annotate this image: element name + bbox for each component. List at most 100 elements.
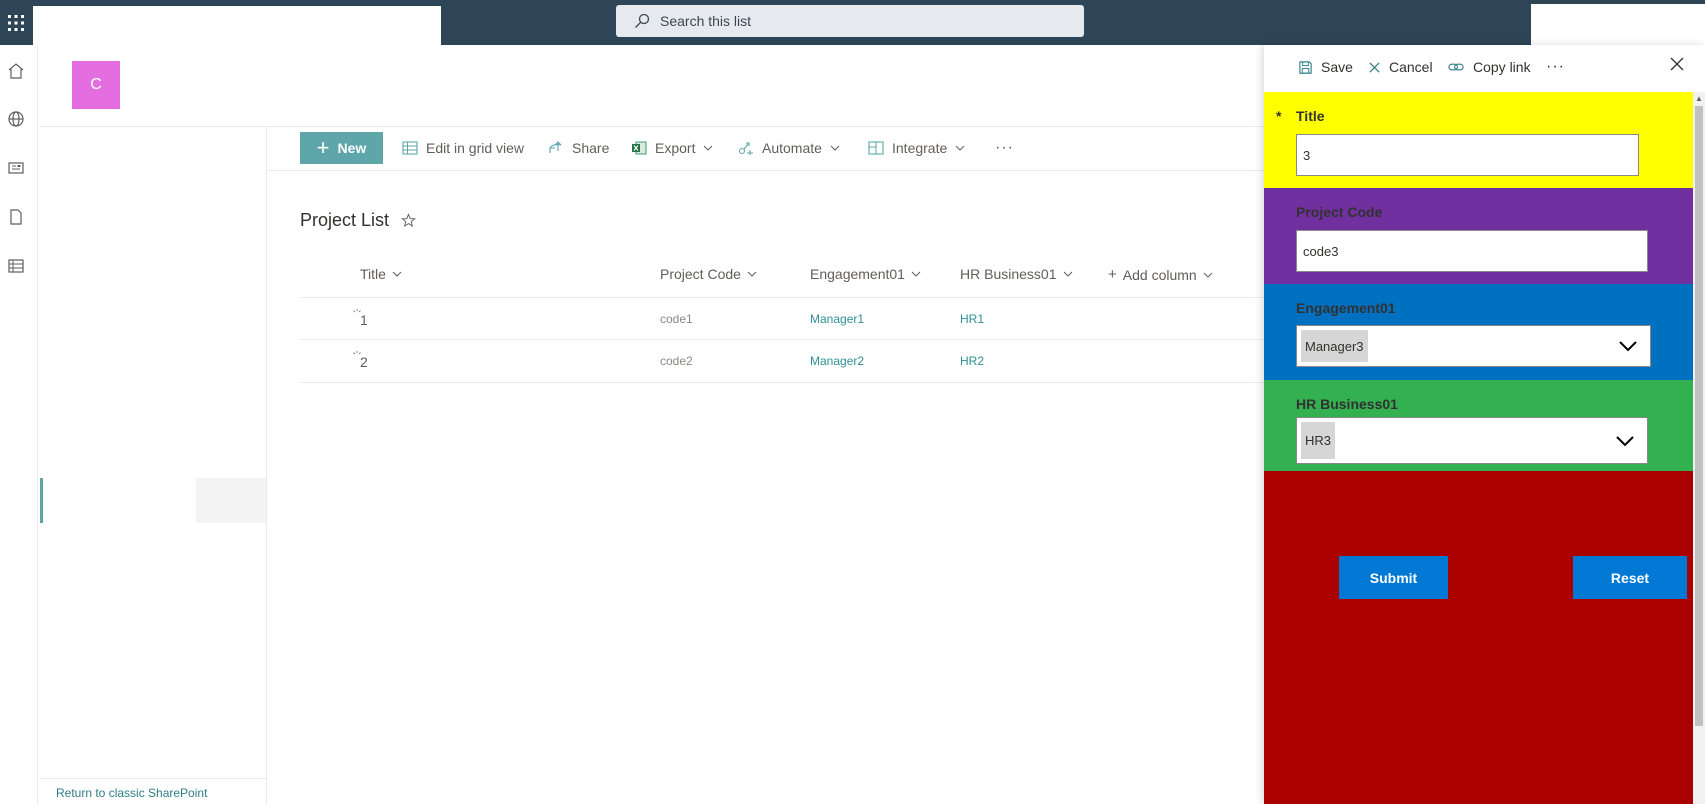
panel-scrollbar[interactable]: ▲ <box>1693 92 1705 804</box>
save-label: Save <box>1321 59 1353 75</box>
selected-item-hover-area <box>196 478 266 523</box>
export-button[interactable]: X Export <box>631 135 713 161</box>
project-code-field[interactable]: code3 <box>1296 230 1648 272</box>
submit-button[interactable]: Submit <box>1339 556 1448 599</box>
automate-label: Automate <box>762 140 822 156</box>
cell-title[interactable]: 1 <box>360 312 368 328</box>
new-button[interactable]: + New <box>300 132 383 164</box>
copy-link-button[interactable]: Copy link <box>1448 55 1531 79</box>
search-icon <box>635 13 650 28</box>
return-to-classic-link[interactable]: Return to classic SharePoint <box>40 778 266 804</box>
column-header-engagement[interactable]: Engagement01 <box>810 266 921 282</box>
add-column-button[interactable]: + Add column <box>1108 266 1213 283</box>
chevron-down-icon <box>955 145 965 151</box>
automate-button[interactable]: Automate <box>738 135 840 161</box>
export-label: Export <box>655 140 696 156</box>
required-marker: * <box>1276 108 1282 124</box>
app-rail <box>0 45 38 804</box>
custom-form: * Title 3 Project Code code3 Engagement0… <box>1264 92 1693 804</box>
svg-text:X: X <box>633 145 639 153</box>
save-button[interactable]: Save <box>1298 55 1353 79</box>
project-code-field-value: code3 <box>1303 243 1339 259</box>
chevron-down-icon <box>911 271 921 277</box>
grid-icon <box>402 141 418 155</box>
star-icon[interactable] <box>401 213 416 228</box>
cell-hr-business[interactable]: HR1 <box>960 312 984 326</box>
news-icon[interactable] <box>6 158 26 178</box>
share-label: Share <box>572 140 610 156</box>
globe-icon[interactable] <box>6 109 26 129</box>
more-icon: ··· <box>1546 58 1565 75</box>
edit-panel: Save Cancel Copy link ··· * Title 3 Proj… <box>1264 45 1705 804</box>
header-divider <box>39 126 1264 127</box>
leftnav-selected-item[interactable] <box>40 478 266 523</box>
search-placeholder: Search this list <box>660 13 752 29</box>
home-icon[interactable] <box>6 61 26 81</box>
site-logo-letter: C <box>90 76 102 93</box>
form-section-title: * Title 3 <box>1264 92 1693 188</box>
search-input[interactable]: Search this list <box>616 5 1084 37</box>
chevron-down-icon <box>830 145 840 151</box>
commandbar-divider <box>267 170 1264 171</box>
panel-more-button[interactable]: ··· <box>1546 55 1565 79</box>
edit-grid-label: Edit in grid view <box>426 140 525 156</box>
automate-icon <box>738 142 753 155</box>
project-code-field-label: Project Code <box>1296 204 1383 220</box>
reset-label: Reset <box>1610 569 1650 586</box>
chevron-down-icon[interactable] <box>1618 340 1638 352</box>
excel-icon: X <box>632 141 647 155</box>
engagement-selected-chip[interactable]: Manager3 <box>1301 330 1368 362</box>
cell-engagement[interactable]: Manager1 <box>810 312 864 326</box>
more-commands-button[interactable]: ··· <box>995 135 1014 161</box>
hr-field-label: HR Business01 <box>1296 396 1398 412</box>
list-title-text: Project List <box>300 210 390 230</box>
form-section-engagement: Engagement01 Manager3 <box>1264 284 1693 380</box>
integrate-label: Integrate <box>892 140 948 156</box>
leftnav-divider <box>266 127 267 804</box>
engagement-combobox[interactable]: Manager3 <box>1296 325 1651 367</box>
cancel-button[interactable]: Cancel <box>1368 55 1433 79</box>
title-field[interactable]: 3 <box>1296 134 1639 176</box>
cancel-label: Cancel <box>1389 59 1433 75</box>
scroll-up-icon[interactable]: ▲ <box>1695 94 1703 103</box>
integrate-icon <box>868 141 884 155</box>
suite-bar: Search this list <box>0 0 1705 45</box>
chevron-down-icon <box>704 145 713 151</box>
chevron-down-icon <box>392 271 402 277</box>
column-header-project-code[interactable]: Project Code <box>660 266 757 282</box>
close-icon <box>1670 57 1684 71</box>
title-field-value: 3 <box>1303 147 1311 163</box>
cell-hr-business[interactable]: HR2 <box>960 354 984 368</box>
scrollbar-thumb[interactable] <box>1695 106 1703 726</box>
table-row[interactable]: 1 code1 Manager1 HR1 <box>300 297 1264 340</box>
table-row[interactable]: 2 code2 Manager2 HR2 <box>300 340 1264 383</box>
copy-link-label: Copy link <box>1473 59 1531 75</box>
chevron-down-icon[interactable] <box>1615 435 1635 447</box>
site-logo[interactable]: C <box>72 61 120 109</box>
hr-selected-chip[interactable]: HR3 <box>1301 422 1336 459</box>
edit-grid-button[interactable]: Edit in grid view <box>402 135 524 161</box>
more-icon: ··· <box>995 139 1014 156</box>
cell-project-code: code1 <box>660 312 693 326</box>
column-header-engagement-label: Engagement01 <box>810 266 905 282</box>
reset-button[interactable]: Reset <box>1573 556 1687 599</box>
app-launcher-button[interactable] <box>0 0 32 45</box>
suite-bar-left-area <box>33 6 441 45</box>
share-button[interactable]: Share <box>548 135 609 161</box>
document-icon[interactable] <box>6 207 26 227</box>
close-panel-button[interactable] <box>1670 57 1684 71</box>
form-section-hr-business: HR Business01 HR3 <box>1264 380 1693 471</box>
chevron-down-icon <box>1203 272 1213 278</box>
selected-indicator <box>40 478 43 523</box>
chevron-down-icon <box>1063 271 1072 277</box>
hr-business-combobox[interactable]: HR3 <box>1296 417 1648 464</box>
cell-title[interactable]: 2 <box>360 354 368 370</box>
column-header-hr-business[interactable]: HR Business01 <box>960 266 1073 282</box>
engagement-field-label: Engagement01 <box>1296 300 1396 316</box>
column-header-title-label: Title <box>360 266 386 282</box>
cell-engagement[interactable]: Manager2 <box>810 354 864 368</box>
list-icon[interactable] <box>6 256 26 276</box>
integrate-button[interactable]: Integrate <box>868 135 965 161</box>
plus-icon: + <box>316 135 330 160</box>
column-header-title[interactable]: Title <box>360 266 402 282</box>
